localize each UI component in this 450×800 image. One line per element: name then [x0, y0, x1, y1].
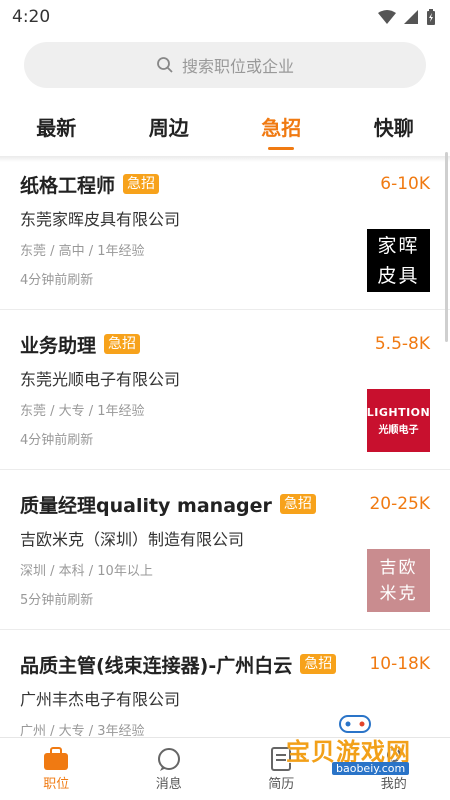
status-time: 4:20 [12, 7, 51, 27]
search-input[interactable]: 搜索职位或企业 [24, 42, 426, 88]
job-title: 纸格工程师 [20, 174, 116, 197]
scrollbar[interactable] [445, 152, 448, 342]
tab-nearby[interactable]: 周边 [113, 96, 226, 156]
company-logo: 家晖 皮具 [367, 229, 430, 292]
tab-latest[interactable]: 最新 [0, 96, 113, 156]
urgent-badge: 急招 [300, 654, 337, 674]
status-icons [378, 9, 436, 25]
watermark: 宝贝游戏网 baobeiy.com [286, 715, 426, 778]
job-salary: 10-18K [369, 654, 430, 674]
job-title: 质量经理quality manager [20, 494, 272, 517]
job-salary: 20-25K [369, 494, 430, 514]
chat-bubble-icon [157, 747, 180, 771]
urgent-badge: 急招 [279, 494, 316, 514]
urgent-badge: 急招 [123, 174, 160, 194]
tab-bar: 最新 周边 急招 快聊 [0, 96, 450, 156]
job-salary: 5.5-8K [374, 334, 430, 354]
job-card[interactable]: 质量经理quality manager 急招 20-25K 吉欧米克（深圳）制造… [0, 470, 450, 630]
job-salary: 6-10K [380, 174, 430, 194]
battery-icon [427, 9, 435, 25]
search-icon [157, 57, 173, 73]
urgent-badge: 急招 [104, 334, 141, 354]
signal-icon [404, 10, 418, 24]
nav-messages[interactable]: 消息 [113, 738, 226, 800]
tab-label: 急招 [261, 115, 302, 140]
logo-text: 光顺电子 [378, 424, 419, 436]
watermark-url: baobeiy.com [332, 762, 410, 775]
job-card[interactable]: 业务助理 急招 5.5-8K 东莞光顺电子有限公司 东莞 / 大专 / 1年经验… [0, 310, 450, 470]
nav-jobs[interactable]: 职位 [0, 738, 113, 800]
nav-label: 消息 [155, 776, 182, 792]
search-placeholder: 搜索职位或企业 [181, 57, 294, 76]
company-name: 东莞光顺电子有限公司 [20, 370, 181, 389]
tab-label: 快聊 [373, 115, 414, 140]
tab-label: 最新 [36, 115, 77, 140]
logo-text: 米克 [379, 583, 418, 604]
briefcase-icon [44, 746, 69, 770]
logo-text: 家晖 [377, 234, 420, 257]
job-list[interactable]: 纸格工程师 急招 6-10K 东莞家晖皮具有限公司 东莞 / 高中 / 1年经验… [0, 150, 450, 737]
company-logo: LIGHTION 光顺电子 [367, 389, 430, 452]
logo-text: 吉欧 [379, 557, 418, 578]
gamepad-icon [339, 715, 371, 733]
logo-text: 皮具 [377, 264, 420, 287]
company-name: 东莞家晖皮具有限公司 [20, 210, 181, 229]
status-bar: 4:20 [0, 0, 450, 34]
company-name: 吉欧米克（深圳）制造有限公司 [20, 530, 245, 549]
wifi-icon [378, 10, 396, 24]
company-name: 广州丰杰电子有限公司 [20, 690, 181, 709]
tab-urgent[interactable]: 急招 [225, 96, 338, 156]
tab-label: 周边 [148, 115, 189, 140]
company-logo: 吉欧 米克 [367, 549, 430, 612]
nav-label: 职位 [43, 776, 70, 792]
tab-quick-chat[interactable]: 快聊 [338, 96, 450, 156]
job-title: 业务助理 [20, 334, 97, 357]
logo-text: LIGHTION [366, 405, 431, 419]
job-card[interactable]: 纸格工程师 急招 6-10K 东莞家晖皮具有限公司 东莞 / 高中 / 1年经验… [0, 150, 450, 310]
job-title: 品质主管(线束连接器)-广州白云 [20, 654, 293, 677]
